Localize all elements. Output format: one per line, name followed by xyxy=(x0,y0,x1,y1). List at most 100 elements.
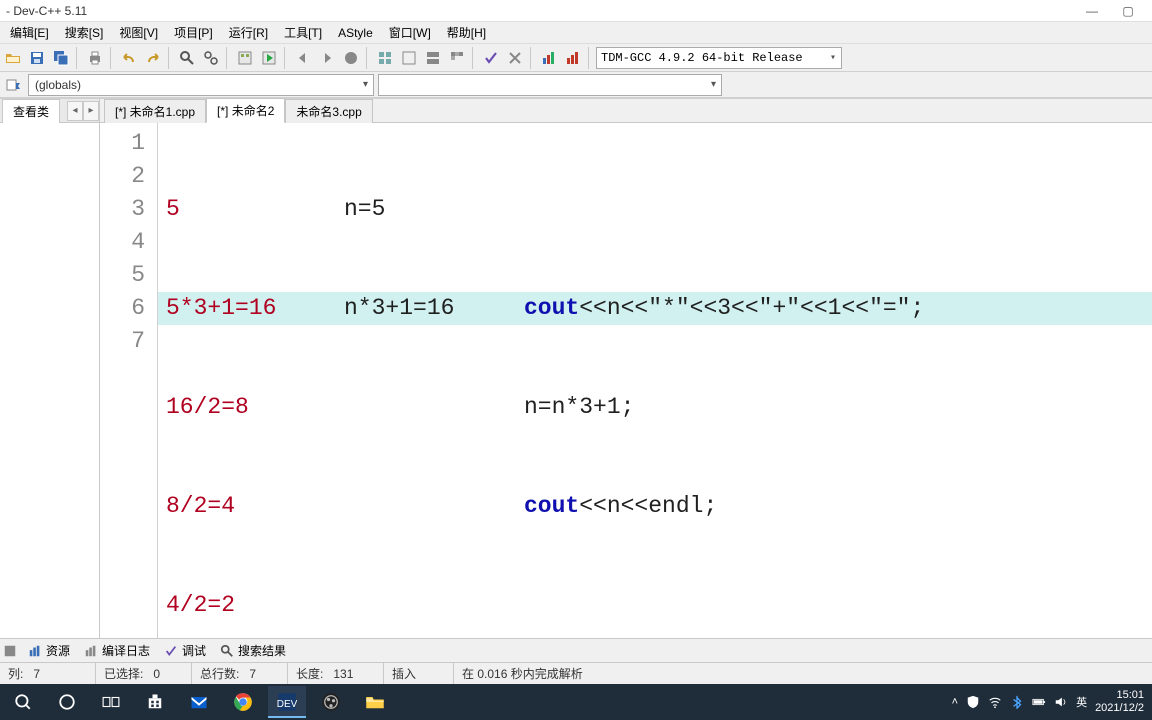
menu-edit[interactable]: 编辑[E] xyxy=(2,22,57,43)
taskbar-devcpp-icon[interactable]: DEV xyxy=(268,686,306,718)
status-length: 长度:131 xyxy=(288,663,384,684)
bottom-tabs: 资源 编译日志 调试 搜索结果 xyxy=(0,638,1152,662)
sidebar-arrow-left-icon[interactable]: ◂ xyxy=(67,101,83,121)
code-l2c2: n*3+1=16 xyxy=(344,292,524,325)
svg-text:DEV: DEV xyxy=(277,699,297,710)
lineno: 2 xyxy=(100,160,145,193)
scope-combo[interactable]: (globals) xyxy=(28,74,374,96)
menubar: 编辑[E] 搜索[S] 视图[V] 项目[P] 运行[R] 工具[T] ASty… xyxy=(0,22,1152,44)
stop-button[interactable] xyxy=(340,47,362,69)
replace-button[interactable] xyxy=(200,47,222,69)
bottom-tab-debug[interactable]: 调试 xyxy=(160,642,210,659)
code-l4c3p: cout xyxy=(524,490,579,523)
profile-button[interactable] xyxy=(538,47,560,69)
run-button[interactable] xyxy=(258,47,280,69)
compile-button[interactable] xyxy=(234,47,256,69)
menu-run[interactable]: 运行[R] xyxy=(221,22,276,43)
maximize-button[interactable]: ▢ xyxy=(1110,1,1146,21)
print-button[interactable] xyxy=(84,47,106,69)
gutter: 1 2 3 4 5 6 7 xyxy=(100,123,158,638)
menu-window[interactable]: 窗口[W] xyxy=(381,22,439,43)
save-all-button[interactable] xyxy=(50,47,72,69)
sidebar-tab-classview[interactable]: 查看类 xyxy=(2,99,60,123)
code-body[interactable]: 5n=5 5*3+1=16n*3+1=16cout<<n<<"*"<<3<<"+… xyxy=(158,123,1152,638)
member-combo[interactable] xyxy=(378,74,722,96)
grid1-icon[interactable] xyxy=(374,47,396,69)
statusbar: 列:7 已选择:0 总行数:7 长度:131 插入 在 0.016 秒内完成解析 xyxy=(0,662,1152,684)
status-mode: 插入 xyxy=(384,663,454,684)
code-l4c3b: <<n<<endl; xyxy=(579,490,717,523)
menu-tools[interactable]: 工具[T] xyxy=(276,22,330,43)
toolbar-scope: (globals) xyxy=(0,72,1152,98)
taskbar-mail-icon[interactable] xyxy=(180,686,218,718)
bottom-tab-icon[interactable] xyxy=(2,643,18,659)
taskbar-obs-icon[interactable] xyxy=(312,686,350,718)
tray-wifi-icon[interactable] xyxy=(988,695,1002,709)
status-total: 总行数:7 xyxy=(192,663,288,684)
minimize-button[interactable]: — xyxy=(1074,1,1110,21)
lineno: 5 xyxy=(100,259,145,292)
titlebar: - Dev-C++ 5.11 — ▢ xyxy=(0,0,1152,22)
compiler-select-value: TDM-GCC 4.9.2 64-bit Release xyxy=(601,51,803,65)
clear-button[interactable] xyxy=(504,47,526,69)
save-button[interactable] xyxy=(26,47,48,69)
tray-volume-icon[interactable] xyxy=(1054,695,1068,709)
goto-button[interactable] xyxy=(2,74,24,96)
check-button[interactable] xyxy=(480,47,502,69)
toolbar-main: TDM-GCC 4.9.2 64-bit Release xyxy=(0,44,1152,72)
taskbar-search-icon[interactable] xyxy=(4,686,42,718)
grid2-icon[interactable] xyxy=(398,47,420,69)
code-l4c1: 8/2=4 xyxy=(166,490,344,523)
lineno: 1 xyxy=(100,127,145,160)
tray-battery-icon[interactable] xyxy=(1032,695,1046,709)
taskbar-taskview-icon[interactable] xyxy=(92,686,130,718)
find-button[interactable] xyxy=(176,47,198,69)
bottom-tab-search-results[interactable]: 搜索结果 xyxy=(216,642,290,659)
scope-combo-value: (globals) xyxy=(35,78,81,92)
lineno: 3 xyxy=(100,193,145,226)
tray-clock[interactable]: 15:01 2021/12/2 xyxy=(1095,689,1148,715)
file-tab-0[interactable]: [*] 未命名1.cpp xyxy=(104,99,206,123)
editor-area: [*] 未命名1.cpp [*] 未命名2 未命名3.cpp 1 2 3 4 5… xyxy=(100,99,1152,638)
menu-view[interactable]: 视图[V] xyxy=(111,22,166,43)
tray-chevron-up-icon[interactable]: ˄ xyxy=(952,696,958,708)
code-l2c3b: <<n<<"*"<<3<<"+"<<1<<"="; xyxy=(579,292,924,325)
bottom-tab-resource[interactable]: 资源 xyxy=(24,642,74,659)
nav-back-button[interactable] xyxy=(292,47,314,69)
taskbar-store-icon[interactable] xyxy=(136,686,174,718)
nav-fwd-button[interactable] xyxy=(316,47,338,69)
taskbar: DEV ˄ 英 15:01 2021/12/2 xyxy=(0,684,1152,720)
menu-astyle[interactable]: AStyle xyxy=(330,24,381,42)
file-tab-2[interactable]: 未命名3.cpp xyxy=(285,99,372,123)
system-tray: ˄ 英 15:01 2021/12/2 xyxy=(952,689,1148,715)
taskbar-chrome-icon[interactable] xyxy=(224,686,262,718)
debug-profile-button[interactable] xyxy=(562,47,584,69)
tray-bluetooth-icon[interactable] xyxy=(1010,695,1024,709)
taskbar-cortana-icon[interactable] xyxy=(48,686,86,718)
tray-shield-icon[interactable] xyxy=(966,695,980,709)
menu-search[interactable]: 搜索[S] xyxy=(57,22,112,43)
redo-button[interactable] xyxy=(142,47,164,69)
taskbar-explorer-icon[interactable] xyxy=(356,686,394,718)
undo-button[interactable] xyxy=(118,47,140,69)
sidebar-arrow-right-icon[interactable]: ▸ xyxy=(83,101,99,121)
compiler-select[interactable]: TDM-GCC 4.9.2 64-bit Release xyxy=(596,47,842,69)
lineno: 6 xyxy=(100,292,145,325)
status-col: 列:7 xyxy=(0,663,96,684)
code-l1c1: 5 xyxy=(166,193,344,226)
bottom-tab-compile-log[interactable]: 编译日志 xyxy=(80,642,154,659)
code-l5c1: 4/2=2 xyxy=(166,589,344,622)
tray-ime[interactable]: 英 xyxy=(1076,694,1087,710)
file-tab-1[interactable]: [*] 未命名2 xyxy=(206,98,285,123)
menu-help[interactable]: 帮助[H] xyxy=(439,22,494,43)
grid3-icon[interactable] xyxy=(422,47,444,69)
sidebar: 查看类 ◂ ▸ xyxy=(0,99,100,638)
status-parse: 在 0.016 秒内完成解析 xyxy=(454,663,591,684)
code-l1c2: n=5 xyxy=(344,193,524,226)
code-editor[interactable]: 1 2 3 4 5 6 7 5n=5 5*3+1=16n*3+1=16cout<… xyxy=(100,123,1152,638)
open-button[interactable] xyxy=(2,47,24,69)
grid4-icon[interactable] xyxy=(446,47,468,69)
menu-project[interactable]: 项目[P] xyxy=(166,22,221,43)
code-l3c3: n=n*3+1; xyxy=(524,391,634,424)
code-l2c3p: cout xyxy=(524,292,579,325)
